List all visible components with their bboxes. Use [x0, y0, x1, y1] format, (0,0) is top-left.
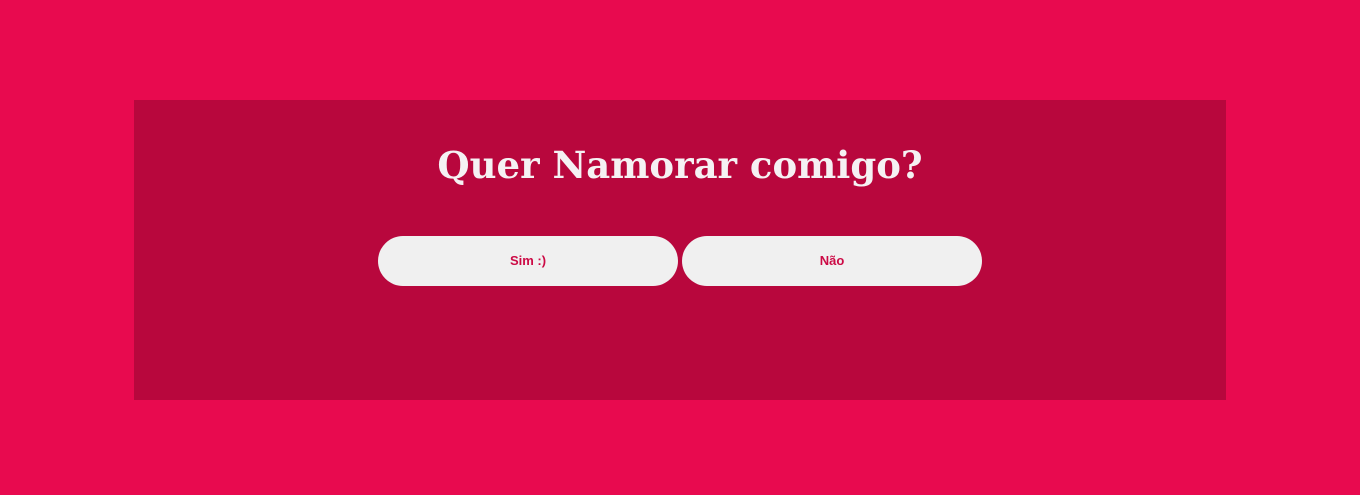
- yes-button[interactable]: Sim :): [378, 236, 678, 286]
- question-title: Quer Namorar comigo?: [437, 143, 923, 187]
- no-button[interactable]: Não: [682, 236, 982, 286]
